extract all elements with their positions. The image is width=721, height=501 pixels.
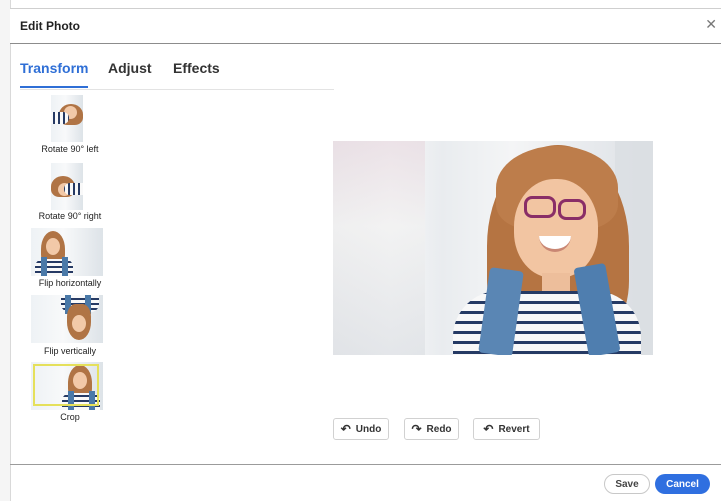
- tab-adjust[interactable]: Adjust: [108, 60, 152, 76]
- tab-transform[interactable]: Transform: [20, 60, 89, 88]
- flip-horizontal-thumbnail-icon: [31, 228, 103, 276]
- dialog-left-border: [0, 0, 11, 501]
- revert-icon: ↶: [483, 422, 494, 436]
- cancel-button[interactable]: Cancel: [655, 474, 710, 494]
- background-blur-left: [333, 141, 425, 355]
- close-icon[interactable]: ✕: [705, 17, 717, 31]
- flip-vertical-label: Flip vertically: [43, 346, 96, 356]
- save-button[interactable]: Save: [604, 474, 650, 494]
- flip-horizontal-label: Flip horizontally: [38, 278, 102, 288]
- crop-frame: [33, 364, 99, 406]
- flip-vertical-thumbnail-icon: [31, 295, 103, 343]
- rotate-left-label: Rotate 90° left: [41, 144, 99, 154]
- dialog-titlebar: Edit Photo ✕: [10, 8, 721, 44]
- undo-icon: ↶: [340, 422, 351, 436]
- photo-preview[interactable]: [333, 141, 653, 355]
- edit-photo-dialog: Edit Photo ✕ Transform Adjust Effects Ro…: [0, 0, 721, 501]
- footer-divider: [10, 464, 721, 465]
- preview-glasses-left-lens: [524, 196, 556, 218]
- revert-button[interactable]: ↶ Revert: [473, 418, 540, 440]
- rotate-left-thumbnail-icon: [51, 95, 83, 142]
- crop-tool[interactable]: Crop: [25, 362, 115, 425]
- rotate-right-label: Rotate 90° right: [38, 211, 102, 221]
- preview-face: [514, 179, 598, 278]
- redo-button[interactable]: ↷ Redo: [404, 418, 459, 440]
- crop-thumbnail-icon: [31, 362, 103, 410]
- undo-button[interactable]: ↶ Undo: [333, 418, 389, 440]
- revert-label: Revert: [498, 423, 530, 435]
- redo-label: Redo: [426, 423, 452, 435]
- flip-vertical-tool[interactable]: Flip vertically: [25, 295, 115, 358]
- rotate-right-thumbnail-icon: [51, 163, 83, 210]
- rotate-right-tool[interactable]: Rotate 90° right: [25, 160, 115, 223]
- edit-tabs: Transform Adjust Effects: [20, 60, 334, 90]
- rotate-left-tool[interactable]: Rotate 90° left: [25, 92, 115, 155]
- preview-glasses-right-lens: [558, 199, 586, 220]
- redo-icon: ↷: [411, 422, 422, 436]
- flip-horizontal-tool[interactable]: Flip horizontally: [25, 228, 115, 291]
- undo-label: Undo: [355, 423, 382, 435]
- dialog-title: Edit Photo: [20, 19, 80, 33]
- crop-label: Crop: [60, 412, 80, 422]
- tab-effects[interactable]: Effects: [173, 60, 220, 76]
